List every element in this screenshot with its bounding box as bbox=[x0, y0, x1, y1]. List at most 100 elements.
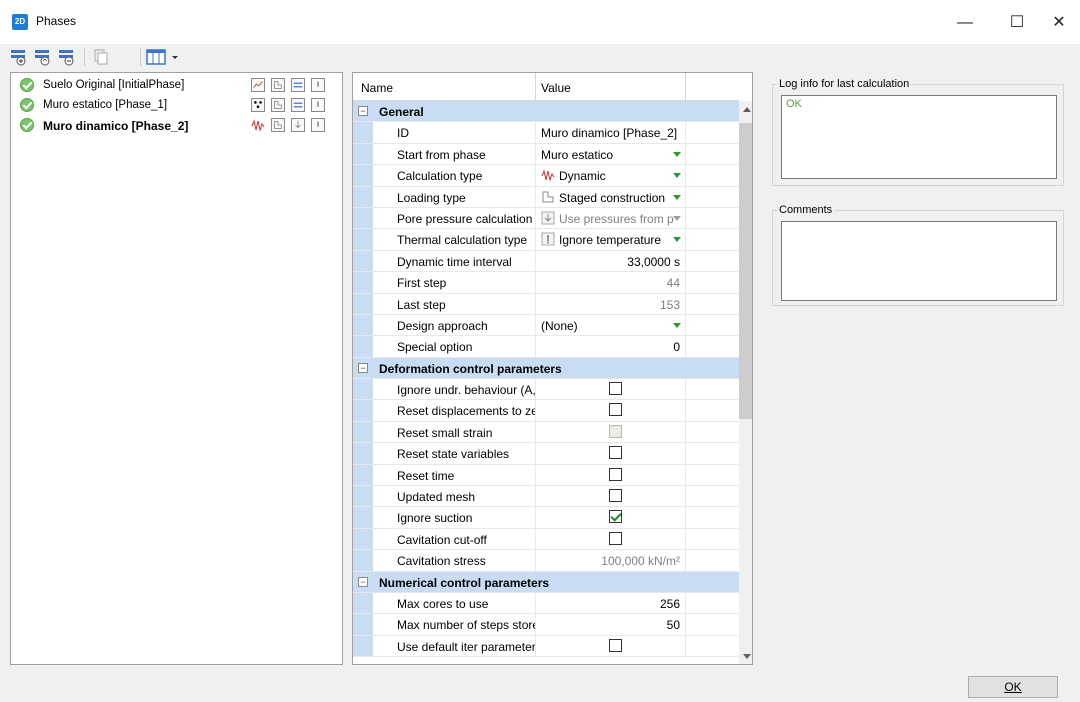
grid-row-loading-type[interactable]: Loading type Staged construction bbox=[353, 186, 739, 208]
grid-row-cavitation-stress[interactable]: Cavitation stress 100,000 kN/m² bbox=[353, 550, 739, 572]
grid-row-special-option[interactable]: Special option 0 bbox=[353, 336, 739, 358]
phase-item-initial[interactable]: Suelo Original [InitialPhase] bbox=[11, 75, 342, 95]
grid-row-ignore-suction[interactable]: Ignore suction bbox=[353, 507, 739, 529]
reset-displacements-checkbox[interactable] bbox=[609, 403, 622, 417]
calculation-type-select[interactable]: Dynamic bbox=[559, 169, 679, 183]
add-phase-icon[interactable] bbox=[34, 48, 52, 66]
status-ok-icon bbox=[20, 98, 34, 112]
grid-row-thermal[interactable]: Thermal calculation type Ignore temperat… bbox=[353, 229, 739, 251]
special-option-input[interactable]: 0 bbox=[539, 340, 680, 354]
cavitation-cutoff-checkbox[interactable] bbox=[609, 531, 622, 545]
collapse-icon[interactable]: − bbox=[358, 576, 368, 587]
dynamic-time-interval-input[interactable]: 33,0000 s bbox=[539, 255, 680, 269]
ok-button[interactable]: OK bbox=[968, 676, 1058, 698]
phase-item-phase1[interactable]: Muro estatico [Phase_1] bbox=[11, 95, 342, 115]
pore-pressure-icon[interactable] bbox=[291, 98, 305, 112]
dropdown-arrow-icon[interactable] bbox=[673, 215, 681, 221]
grid-row-start-from-phase[interactable]: Start from phase Muro estatico bbox=[353, 143, 739, 166]
default-iter-checkbox[interactable] bbox=[609, 638, 622, 652]
thermal-icon[interactable] bbox=[311, 98, 325, 112]
app-icon: 2D bbox=[12, 14, 28, 30]
thermal-icon[interactable] bbox=[311, 118, 325, 132]
loading-type-select[interactable]: Staged construction bbox=[559, 191, 679, 205]
thermal-type-select[interactable]: Ignore temperature bbox=[559, 233, 679, 247]
grid-row-calculation-type[interactable]: Calculation type Dynamic bbox=[353, 165, 739, 187]
grid-row-default-iter[interactable]: Use default iter parameters bbox=[353, 635, 739, 658]
grid-row-reset-small-strain[interactable]: Reset small strain bbox=[353, 421, 739, 444]
dropdown-arrow-icon[interactable] bbox=[673, 173, 681, 179]
log-box[interactable]: OK bbox=[781, 95, 1057, 179]
loading-type-icon[interactable] bbox=[271, 118, 285, 132]
updated-mesh-checkbox[interactable] bbox=[609, 489, 622, 503]
loading-type-icon[interactable] bbox=[271, 98, 285, 112]
grid-row-ignore-undrained[interactable]: Ignore undr. behaviour (A, bbox=[353, 379, 739, 401]
grid-row-design-approach[interactable]: Design approach (None) bbox=[353, 314, 739, 337]
loading-type-icon[interactable] bbox=[271, 78, 285, 92]
grid-row-reset-time[interactable]: Reset time bbox=[353, 464, 739, 487]
grid-row-dynamic-time-interval[interactable]: Dynamic time interval 33,0000 s bbox=[353, 250, 739, 273]
grid-row-max-steps-stored[interactable]: Max number of steps store 50 bbox=[353, 614, 739, 636]
scroll-up-icon[interactable] bbox=[743, 107, 751, 112]
insert-phase-icon[interactable] bbox=[10, 48, 28, 66]
k0-procedure-icon[interactable] bbox=[251, 78, 265, 92]
grid-row-pore-pressure[interactable]: Pore pressure calculation ty Use pressur… bbox=[353, 207, 739, 230]
delete-phase-icon[interactable] bbox=[58, 48, 76, 66]
dynamic-calculation-icon[interactable] bbox=[251, 118, 265, 132]
comments-group: Comments bbox=[772, 204, 1064, 306]
ignore-suction-checkbox[interactable] bbox=[609, 510, 622, 524]
grid-row-id[interactable]: ID Muro dinamico [Phase_2] bbox=[353, 122, 739, 144]
ignore-temperature-icon bbox=[541, 232, 555, 246]
plastic-calculation-icon[interactable] bbox=[251, 98, 265, 112]
log-title: Log info for last calculation bbox=[777, 78, 912, 90]
vertical-scrollbar[interactable] bbox=[739, 101, 752, 664]
reset-state-variables-checkbox[interactable] bbox=[609, 446, 622, 460]
pore-pressure-select[interactable]: Use pressures from p bbox=[559, 212, 679, 226]
phase-item-phase2[interactable]: Muro dinamico [Phase_2] bbox=[11, 115, 342, 135]
minimize-button[interactable]: — bbox=[942, 8, 988, 38]
column-header-name[interactable]: Name bbox=[361, 81, 393, 95]
toolbar-separator bbox=[84, 48, 85, 66]
phase-label: Muro dinamico [Phase_2] bbox=[43, 119, 189, 133]
max-cores-input[interactable]: 256 bbox=[539, 597, 680, 611]
collapse-icon[interactable]: − bbox=[358, 362, 368, 373]
grid-row-cavitation-cutoff[interactable]: Cavitation cut-off bbox=[353, 528, 739, 551]
info-panel: Log info for last calculation OK Comment… bbox=[762, 72, 1073, 665]
start-from-phase-select[interactable]: Muro estatico bbox=[541, 148, 681, 162]
copy-icon[interactable] bbox=[92, 48, 110, 66]
ignore-undrained-checkbox[interactable] bbox=[609, 382, 622, 396]
window-title: Phases bbox=[36, 14, 77, 28]
toolbar bbox=[0, 44, 1080, 70]
maximize-button[interactable]: ☐ bbox=[994, 8, 1040, 38]
scroll-thumb[interactable] bbox=[739, 123, 752, 419]
comments-textarea[interactable] bbox=[781, 221, 1057, 301]
section-general[interactable]: − General bbox=[353, 101, 739, 123]
columns-dropdown-icon[interactable] bbox=[146, 48, 182, 66]
scroll-down-icon[interactable] bbox=[743, 654, 751, 659]
pore-pressure-from-previous-icon[interactable] bbox=[291, 118, 305, 132]
thermal-icon[interactable] bbox=[311, 78, 325, 92]
collapse-icon[interactable]: − bbox=[358, 106, 368, 116]
toolbar-separator bbox=[140, 48, 141, 66]
dropdown-arrow-icon[interactable] bbox=[673, 237, 681, 243]
dropdown-arrow-icon[interactable] bbox=[673, 194, 681, 200]
title-bar: 2D Phases — ☐ ✕ bbox=[0, 0, 1080, 44]
reset-time-checkbox[interactable] bbox=[609, 467, 622, 481]
section-deformation[interactable]: − Deformation control parameters bbox=[353, 357, 739, 380]
max-steps-input[interactable]: 50 bbox=[539, 618, 680, 632]
grid-row-reset-state-variables[interactable]: Reset state variables bbox=[353, 443, 739, 465]
dropdown-arrow-icon[interactable] bbox=[673, 151, 681, 157]
phase-label: Muro estatico [Phase_1] bbox=[43, 99, 168, 111]
grid-rows: − General ID Muro dinamico [Phase_2] Star… bbox=[353, 101, 739, 658]
dropdown-arrow-icon[interactable] bbox=[673, 322, 681, 328]
pore-pressure-icon[interactable] bbox=[291, 78, 305, 92]
column-header-value[interactable]: Value bbox=[541, 81, 571, 95]
grid-row-first-step[interactable]: First step 44 bbox=[353, 272, 739, 294]
status-ok-icon bbox=[20, 78, 34, 92]
grid-row-reset-displacements[interactable]: Reset displacements to zer bbox=[353, 400, 739, 422]
grid-row-max-cores[interactable]: Max cores to use 256 bbox=[353, 592, 739, 615]
section-numerical[interactable]: − Numerical control parameters bbox=[353, 571, 739, 593]
close-button[interactable]: ✕ bbox=[1036, 8, 1080, 38]
design-approach-select[interactable]: (None) bbox=[541, 319, 681, 333]
grid-row-updated-mesh[interactable]: Updated mesh bbox=[353, 486, 739, 508]
grid-row-last-step[interactable]: Last step 153 bbox=[353, 293, 739, 315]
